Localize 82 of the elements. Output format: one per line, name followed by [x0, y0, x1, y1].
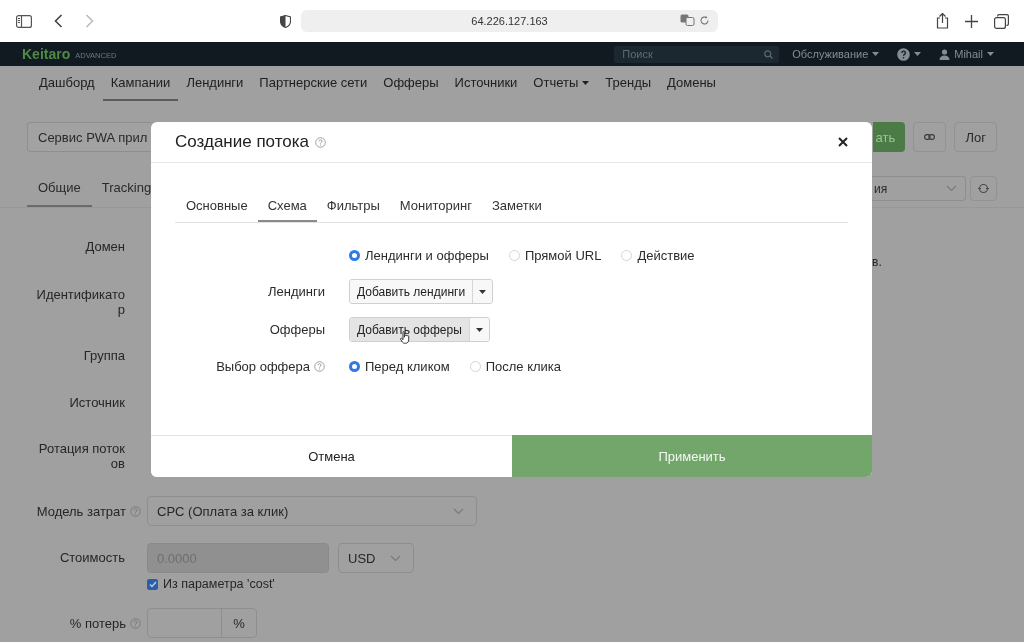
field-label: Выбор оффера — [216, 358, 310, 374]
log-button[interactable]: Лог — [954, 122, 997, 152]
reload-icon[interactable] — [699, 14, 710, 26]
nav-tab[interactable]: Источники — [446, 66, 526, 101]
select-value: USD — [348, 550, 376, 566]
link-icon — [924, 134, 936, 140]
dropdown-toggle[interactable] — [468, 318, 489, 341]
radio-label: Лендинги и офферы — [365, 247, 489, 263]
nav-tab[interactable]: Партнерские сети — [251, 66, 376, 101]
radio-button[interactable] — [349, 249, 360, 261]
search-icon — [764, 49, 774, 59]
split-button[interactable]: Добавить офферы — [349, 317, 490, 342]
chevron-icon — [453, 507, 464, 515]
radio-button[interactable] — [349, 360, 360, 372]
tab[interactable]: Схема — [257, 190, 317, 222]
tab[interactable]: Мониторинг — [389, 190, 482, 222]
nav-tab[interactable]: Отчеты — [525, 66, 598, 101]
campaign-name-field[interactable]: Сервис PWA прил — [27, 122, 151, 152]
help-icon[interactable] — [897, 47, 911, 61]
note-text: в. — [872, 255, 882, 269]
radio-label: Перед кликом — [365, 358, 450, 374]
field-label: Домен — [85, 238, 125, 254]
field-label: Стоимость — [59, 550, 125, 565]
user-menu[interactable]: Mihail — [939, 48, 994, 60]
plus-icon[interactable] — [965, 14, 978, 28]
caret-icon — [475, 327, 483, 332]
radio-label: После клика — [485, 358, 562, 374]
link-button[interactable] — [913, 122, 947, 152]
nav-tab[interactable]: Тренды — [597, 66, 660, 101]
address-bar[interactable]: 64.226.127.163 — [301, 10, 718, 32]
select-value: ия — [874, 181, 888, 196]
refresh-button[interactable] — [970, 176, 997, 201]
caret-icon — [479, 289, 487, 294]
chevron-icon — [390, 554, 401, 562]
tab[interactable]: Основные — [175, 190, 258, 222]
field-label: % потерь — [69, 615, 126, 631]
radio-label: Прямой URL — [524, 247, 602, 263]
refresh-icon — [978, 183, 989, 194]
field-label: Идентификатор — [35, 287, 125, 317]
field-label: Группа — [83, 347, 125, 363]
nav-tab[interactable]: Домены — [659, 66, 724, 101]
tab[interactable]: Tracking — [91, 170, 152, 207]
user-name: Mihail — [954, 48, 983, 60]
loss-input[interactable]: % — [147, 608, 257, 638]
translate-icon[interactable] — [680, 14, 695, 26]
back-icon[interactable] — [54, 14, 63, 28]
share-icon[interactable] — [936, 13, 949, 29]
search-placeholder: Поиск — [622, 48, 653, 60]
caret-icon — [987, 52, 994, 56]
nav-tab[interactable]: Офферы — [375, 66, 447, 101]
tab[interactable]: Общие — [27, 170, 92, 207]
tab[interactable]: Фильтры — [316, 190, 390, 222]
split-button[interactable]: Добавить лендинги — [349, 279, 494, 304]
unit-label: % — [221, 609, 256, 637]
caret-icon — [914, 52, 922, 56]
tab[interactable]: Заметки — [481, 190, 552, 222]
checkbox-label: Из параметра 'cost' — [163, 577, 275, 591]
dropdown-toggle[interactable] — [472, 280, 493, 303]
add-button[interactable]: Добавить лендинги — [350, 280, 473, 303]
field-label: Источник — [69, 394, 125, 410]
cancel-button[interactable]: Отмена — [151, 435, 512, 477]
select-value: CPC (Оплата за клик) — [157, 503, 289, 519]
chevron-icon — [946, 185, 957, 192]
cost-model-select[interactable]: CPC (Оплата за клик) — [147, 496, 477, 526]
close-icon — [838, 137, 848, 147]
add-button[interactable]: Добавить офферы — [350, 318, 469, 341]
tabs-icon[interactable] — [994, 13, 1009, 29]
field-label: Ротация потоков — [37, 441, 125, 471]
field-label: Офферы — [269, 322, 325, 337]
modal-title: Создание потока — [175, 132, 309, 152]
field-label: Лендинги — [268, 284, 325, 299]
close-button[interactable] — [838, 137, 848, 147]
user-icon — [939, 48, 951, 60]
field-label: Модель затрат — [36, 503, 126, 519]
caret-icon — [872, 52, 880, 56]
nav-tab[interactable]: Дашборд — [31, 66, 103, 101]
radio-label: Действие — [637, 247, 695, 263]
sidebar-icon[interactable] — [16, 14, 32, 28]
logo: Keitaro — [22, 46, 71, 62]
url-text: 64.226.127.163 — [471, 15, 548, 27]
shield-icon — [280, 14, 291, 28]
nav-tab[interactable]: Лендинги — [178, 66, 252, 101]
